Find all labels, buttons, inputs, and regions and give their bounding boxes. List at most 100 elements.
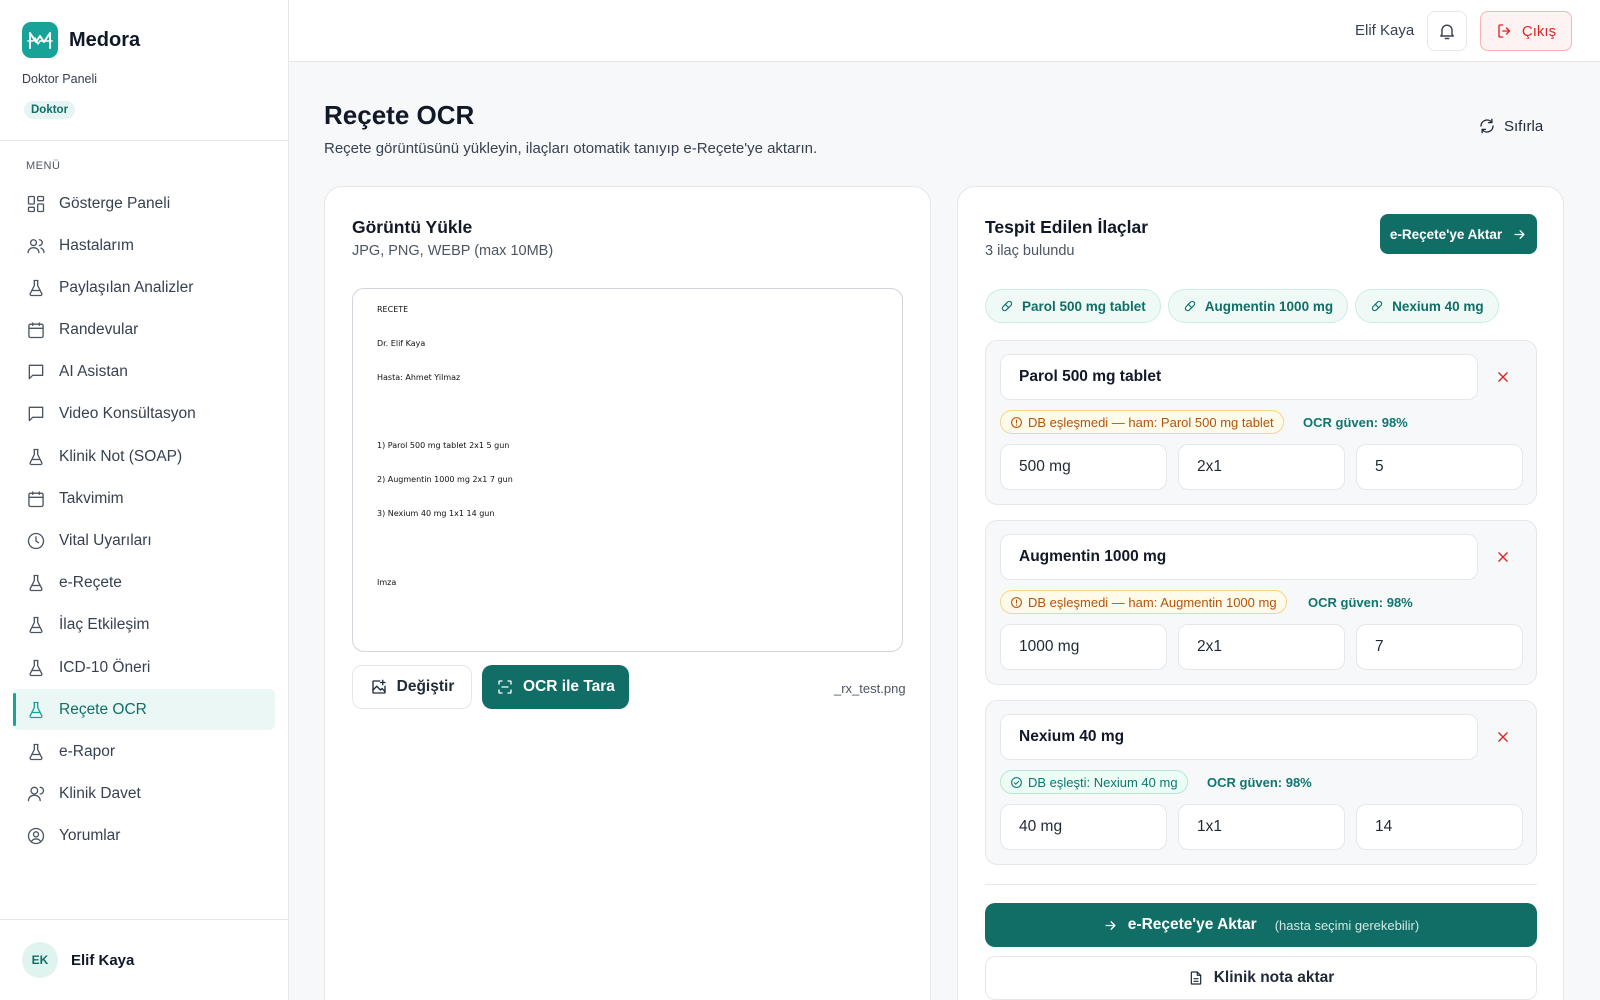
sidebar-item-ai-assistant[interactable]: AI Asistan [13,352,275,393]
sidebar-item-label: e-Reçete [59,574,122,592]
chip-label: Nexium 40 mg [1392,298,1484,314]
export-hint: (hasta seçimi gerekebilir) [1274,917,1420,933]
notifications-button[interactable] [1427,11,1467,51]
dose-field[interactable]: 1000 mg [1000,624,1167,670]
med-chip[interactable]: Augmentin 1000 mg [1167,289,1349,323]
sidebar-item-clinic-invite[interactable]: Klinik Davet [13,774,275,815]
sidebar-item-label: Randevular [59,321,139,339]
page-title: Reçete OCR [324,100,475,130]
preview-line: Imza [377,578,397,587]
db-status-text: DB eşleşmedi — ham: Augmentin 1000 mg [1028,594,1277,610]
sidebar-item-video-consultation[interactable]: Video Konsültasyon [13,394,275,435]
sidebar-menu: Gösterge Paneli Hastalarım Paylaşılan An… [13,183,275,858]
sidebar-item-drug-interaction[interactable]: İlaç Etkileşim [13,605,275,646]
flask-icon [26,447,46,467]
ocr-confidence: OCR güven: 98% [1308,595,1413,610]
med-name-field[interactable]: Nexium 40 mg [1000,714,1478,760]
sidebar-item-label: Vital Uyarıları [59,532,152,549]
med-name-field[interactable]: Parol 500 mg tablet [1000,354,1478,400]
sidebar-item-label: Gösterge Paneli [59,194,171,212]
sidebar-item-label: Hastalarım [59,236,134,254]
frequency-field[interactable]: 2x1 [1178,624,1345,670]
sidebar-item-prescription-ocr[interactable]: Reçete OCR [13,689,275,731]
panel-label: Doktor Paneli [22,72,98,86]
chip-label: Augmentin 1000 mg [1204,298,1334,314]
flask-icon [26,742,46,762]
export-label: e-Reçete'ye Aktar [1389,226,1503,242]
sidebar-item-e-report[interactable]: e-Rapor [13,731,275,772]
med-card: Parol 500 mg tablet DB eşleşmedi — ham: … [985,340,1537,505]
sidebar-item-icd10[interactable]: ICD-10 Öneri [13,647,275,688]
sidebar-item-my-calendar[interactable]: Takvimim [13,478,275,519]
dose-field[interactable]: 500 mg [1000,444,1167,490]
sidebar-item-label: Takvimim [59,489,124,507]
bell-icon [1437,21,1457,41]
pill-icon [1000,299,1014,313]
medora-logo-icon [22,22,58,58]
topbar-user-name: Elif Kaya [1355,22,1415,39]
days-field[interactable]: 5 [1356,444,1523,490]
sidebar-item-dashboard[interactable]: Gösterge Paneli [13,183,275,224]
frequency-field[interactable]: 1x1 [1178,804,1345,850]
arrow-right-icon [1512,227,1527,242]
sidebar-item-label: Reçete OCR [59,700,147,718]
reset-button[interactable]: Sıfırla [1478,117,1543,135]
topbar: Elif Kaya Çıkış [289,0,1600,62]
detected-meds-card: Tespit Edilen İlaçlar 3 ilaç bulundu e-R… [957,186,1564,1000]
dose-field[interactable]: 40 mg [1000,804,1167,850]
sidebar-item-appointments[interactable]: Randevular [13,310,275,351]
sidebar-user[interactable]: EK Elif Kaya [22,942,134,978]
close-icon [1496,370,1510,384]
image-edit-icon [370,678,388,696]
remove-med-button[interactable] [1492,546,1514,568]
sidebar-item-shared-analyses[interactable]: Paylaşılan Analizler [13,267,275,308]
sidebar-item-label: Klinik Not (SOAP) [59,447,183,465]
preview-line: 2) Augmentin 1000 mg 2x1 7 gun [377,475,513,484]
export-main-label: e-Reçete'ye Aktar [1127,916,1257,933]
med-chip[interactable]: Nexium 40 mg [1355,289,1499,323]
sidebar-user-name: Elif Kaya [71,951,135,969]
med-chip[interactable]: Parol 500 mg tablet [985,289,1161,323]
med-name-field[interactable]: Augmentin 1000 mg [1000,534,1478,580]
user-circle-icon [26,826,46,846]
export-clinical-note-button[interactable]: Klinik nota aktar [985,956,1537,1000]
preview-line: 1) Parol 500 mg tablet 2x1 5 gun [377,441,510,450]
grid-icon [26,194,46,214]
document-icon [1188,970,1204,986]
detected-title: Tespit Edilen İlaçlar [985,217,1149,237]
sidebar-item-label: İlaç Etkileşim [59,616,150,634]
brand[interactable]: Medora [22,22,140,58]
sidebar-item-label: Yorumlar [59,827,121,845]
sidebar-item-label: Video Konsültasyon [59,405,196,423]
sidebar-item-vital-alerts[interactable]: Vital Uyarıları [13,521,275,562]
ocr-confidence: OCR güven: 98% [1207,775,1312,790]
close-icon [1496,550,1510,564]
close-icon [1496,730,1510,744]
db-status-badge: DB eşleşti: Nexium 40 mg [1000,770,1188,794]
sidebar-item-label: e-Rapor [59,742,115,760]
clinical-label: Klinik nota aktar [1213,969,1335,986]
export-e-prescription-button[interactable]: e-Reçete'ye Aktar (hasta seçimi gerekebi… [985,903,1537,947]
chat-icon [26,362,46,382]
sidebar-item-reviews[interactable]: Yorumlar [13,816,275,857]
ocr-confidence: OCR güven: 98% [1303,415,1408,430]
refresh-icon [1478,117,1496,135]
scan-icon [496,678,514,696]
remove-med-button[interactable] [1492,366,1514,388]
frequency-field[interactable]: 2x1 [1178,444,1345,490]
db-status-badge: DB eşleşmedi — ham: Augmentin 1000 mg [1000,590,1287,614]
logout-button[interactable]: Çıkış [1480,11,1572,51]
export-e-prescription-top-button[interactable]: e-Reçete'ye Aktar [1380,214,1537,254]
remove-med-button[interactable] [1492,726,1514,748]
days-field[interactable]: 14 [1356,804,1523,850]
menu-label: MENÜ [26,160,61,172]
sidebar-item-patients[interactable]: Hastalarım [13,225,275,266]
scan-label: OCR ile Tara [523,678,615,695]
ocr-scan-button[interactable]: OCR ile Tara [482,665,629,709]
sidebar-item-e-prescription[interactable]: e-Reçete [13,563,275,604]
sidebar-item-clinical-note[interactable]: Klinik Not (SOAP) [13,436,275,477]
pill-icon [1183,299,1197,313]
days-field[interactable]: 7 [1356,624,1523,670]
change-image-button[interactable]: Değiştir [352,665,472,709]
prescription-image-preview: RECETE Dr. Elif Kaya Hasta: Ahmet Yilmaz… [352,288,903,652]
